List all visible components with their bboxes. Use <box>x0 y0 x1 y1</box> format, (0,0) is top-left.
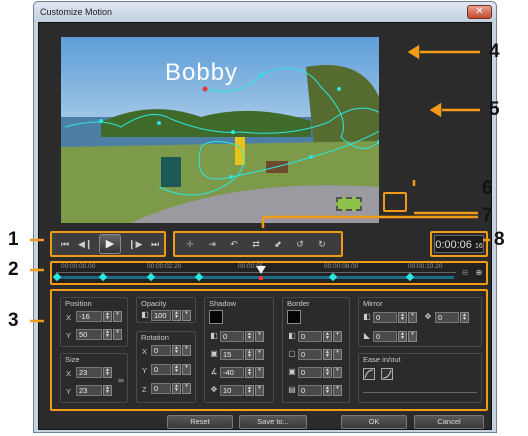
callout-1: 1 <box>8 229 19 250</box>
callout-2: 2 <box>8 259 19 280</box>
callout-6: 6 <box>482 178 493 199</box>
callout-3: 3 <box>8 310 19 331</box>
callout-8: 8 <box>494 229 505 250</box>
callout-4: 4 <box>489 41 500 62</box>
callout-5: 5 <box>489 99 500 120</box>
callout-lines <box>30 44 490 323</box>
callout-7: 7 <box>482 205 493 226</box>
